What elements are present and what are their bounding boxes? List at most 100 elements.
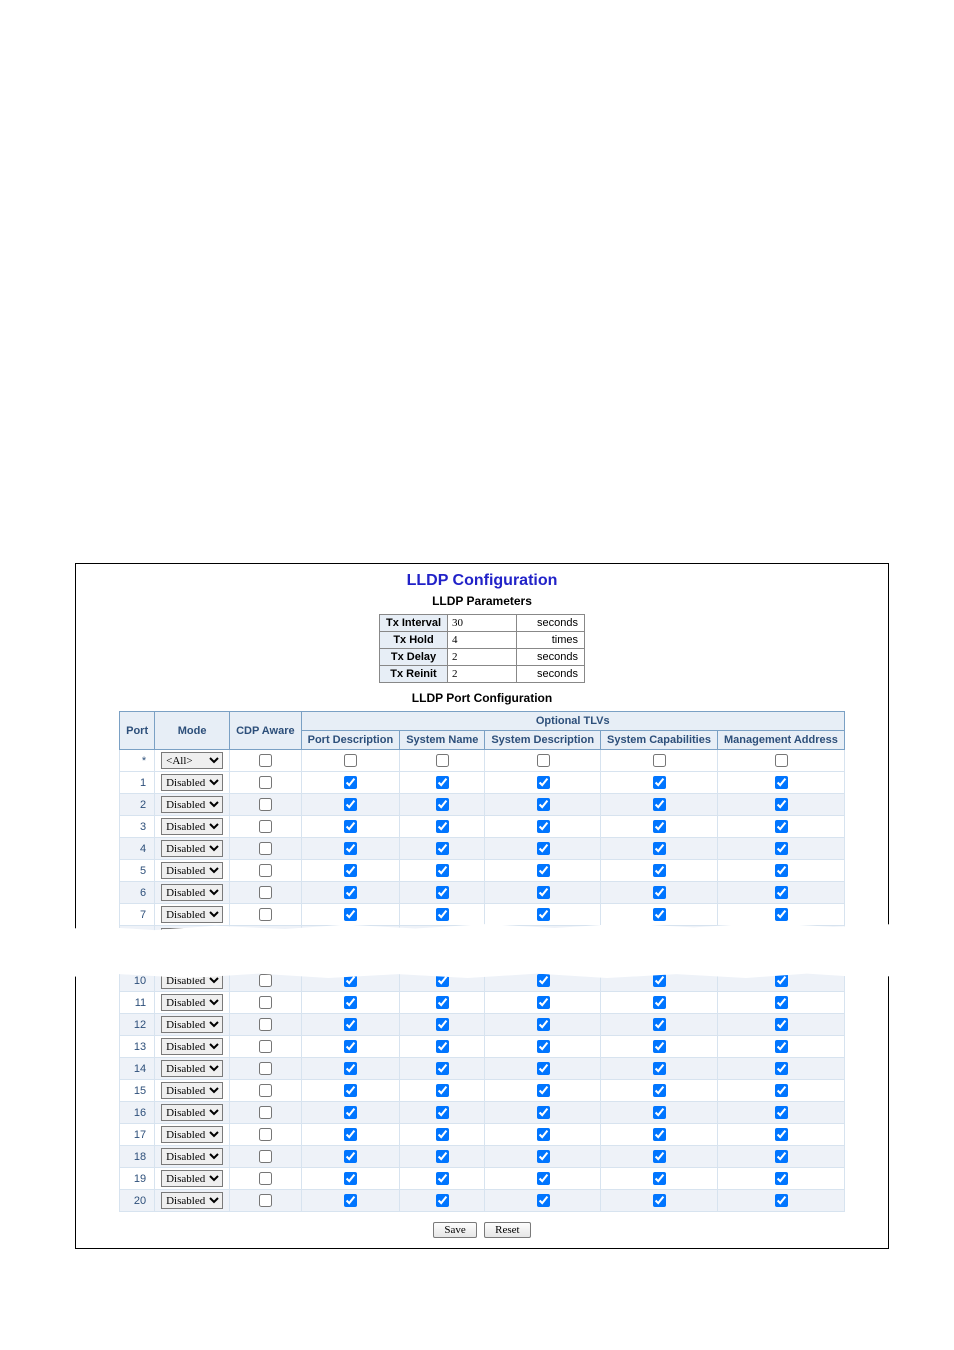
cdp-checkbox[interactable] <box>259 1194 272 1207</box>
ma-checkbox[interactable] <box>775 1106 788 1119</box>
sc-checkbox[interactable] <box>653 754 666 767</box>
sc-checkbox[interactable] <box>653 974 666 987</box>
mode-select[interactable]: Disabled <box>161 862 223 879</box>
pd-checkbox[interactable] <box>344 820 357 833</box>
sc-checkbox[interactable] <box>653 798 666 811</box>
mode-select[interactable]: Disabled <box>161 796 223 813</box>
sn-checkbox[interactable] <box>436 1084 449 1097</box>
sc-checkbox[interactable] <box>653 886 666 899</box>
sc-checkbox[interactable] <box>653 820 666 833</box>
sd-checkbox[interactable] <box>537 864 550 877</box>
cdp-checkbox[interactable] <box>259 864 272 877</box>
pd-checkbox[interactable] <box>344 886 357 899</box>
ma-checkbox[interactable] <box>775 798 788 811</box>
pd-checkbox[interactable] <box>344 996 357 1009</box>
sd-checkbox[interactable] <box>537 1106 550 1119</box>
sc-checkbox[interactable] <box>653 1018 666 1031</box>
sn-checkbox[interactable] <box>436 1172 449 1185</box>
sd-checkbox[interactable] <box>537 776 550 789</box>
mode-select[interactable]: Disabled <box>161 840 223 857</box>
ma-checkbox[interactable] <box>775 754 788 767</box>
sn-checkbox[interactable] <box>436 996 449 1009</box>
pd-checkbox[interactable] <box>344 798 357 811</box>
tx-interval-input[interactable] <box>448 615 516 631</box>
pd-checkbox[interactable] <box>344 1194 357 1207</box>
ma-checkbox[interactable] <box>775 1018 788 1031</box>
sd-checkbox[interactable] <box>537 974 550 987</box>
sd-checkbox[interactable] <box>537 1128 550 1141</box>
sn-checkbox[interactable] <box>436 1106 449 1119</box>
ma-checkbox[interactable] <box>775 1062 788 1075</box>
cdp-checkbox[interactable] <box>259 886 272 899</box>
ma-checkbox[interactable] <box>775 974 788 987</box>
pd-checkbox[interactable] <box>344 776 357 789</box>
sc-checkbox[interactable] <box>653 1106 666 1119</box>
mode-select[interactable]: Disabled <box>161 1148 223 1165</box>
pd-checkbox[interactable] <box>344 754 357 767</box>
ma-checkbox[interactable] <box>775 1172 788 1185</box>
sc-checkbox[interactable] <box>653 864 666 877</box>
sc-checkbox[interactable] <box>653 1062 666 1075</box>
ma-checkbox[interactable] <box>775 864 788 877</box>
mode-select[interactable]: Disabled <box>161 1016 223 1033</box>
sn-checkbox[interactable] <box>436 908 449 921</box>
sd-checkbox[interactable] <box>537 1084 550 1097</box>
mode-select[interactable]: Disabled <box>161 1104 223 1121</box>
sc-checkbox[interactable] <box>653 1084 666 1097</box>
mode-select[interactable]: Disabled <box>161 1170 223 1187</box>
sd-checkbox[interactable] <box>537 798 550 811</box>
cdp-checkbox[interactable] <box>259 820 272 833</box>
sd-checkbox[interactable] <box>537 1194 550 1207</box>
cdp-checkbox[interactable] <box>259 1128 272 1141</box>
tx-hold-input[interactable] <box>448 632 516 648</box>
ma-checkbox[interactable] <box>775 820 788 833</box>
mode-select[interactable]: Disabled <box>161 1192 223 1209</box>
sd-checkbox[interactable] <box>537 886 550 899</box>
cdp-checkbox[interactable] <box>259 776 272 789</box>
ma-checkbox[interactable] <box>775 908 788 921</box>
cdp-checkbox[interactable] <box>259 1106 272 1119</box>
ma-checkbox[interactable] <box>775 886 788 899</box>
sc-checkbox[interactable] <box>653 996 666 1009</box>
sn-checkbox[interactable] <box>436 1128 449 1141</box>
sd-checkbox[interactable] <box>537 754 550 767</box>
sn-checkbox[interactable] <box>436 798 449 811</box>
pd-checkbox[interactable] <box>344 1172 357 1185</box>
ma-checkbox[interactable] <box>775 996 788 1009</box>
sn-checkbox[interactable] <box>436 820 449 833</box>
pd-checkbox[interactable] <box>344 864 357 877</box>
cdp-checkbox[interactable] <box>259 1150 272 1163</box>
cdp-checkbox[interactable] <box>259 1172 272 1185</box>
mode-select[interactable]: <All> <box>161 752 223 769</box>
sd-checkbox[interactable] <box>537 908 550 921</box>
pd-checkbox[interactable] <box>344 908 357 921</box>
ma-checkbox[interactable] <box>775 1040 788 1053</box>
ma-checkbox[interactable] <box>775 1128 788 1141</box>
sn-checkbox[interactable] <box>436 1040 449 1053</box>
sn-checkbox[interactable] <box>436 776 449 789</box>
save-button[interactable]: Save <box>433 1222 476 1238</box>
sc-checkbox[interactable] <box>653 1040 666 1053</box>
cdp-checkbox[interactable] <box>259 974 272 987</box>
pd-checkbox[interactable] <box>344 1084 357 1097</box>
sn-checkbox[interactable] <box>436 754 449 767</box>
tx-reinit-input[interactable] <box>448 666 516 682</box>
sc-checkbox[interactable] <box>653 1150 666 1163</box>
sn-checkbox[interactable] <box>436 1062 449 1075</box>
cdp-checkbox[interactable] <box>259 754 272 767</box>
mode-select[interactable]: Disabled <box>161 994 223 1011</box>
mode-select[interactable]: Disabled <box>161 1082 223 1099</box>
cdp-checkbox[interactable] <box>259 842 272 855</box>
tx-delay-input[interactable] <box>448 649 516 665</box>
pd-checkbox[interactable] <box>344 1128 357 1141</box>
mode-select[interactable]: Disabled <box>161 906 223 923</box>
sn-checkbox[interactable] <box>436 886 449 899</box>
mode-select[interactable]: Disabled <box>161 1060 223 1077</box>
mode-select[interactable]: Disabled <box>161 884 223 901</box>
mode-select[interactable]: Disabled <box>161 1038 223 1055</box>
sc-checkbox[interactable] <box>653 1194 666 1207</box>
mode-select[interactable]: Disabled <box>161 818 223 835</box>
sd-checkbox[interactable] <box>537 842 550 855</box>
reset-button[interactable]: Reset <box>484 1222 530 1238</box>
ma-checkbox[interactable] <box>775 1150 788 1163</box>
